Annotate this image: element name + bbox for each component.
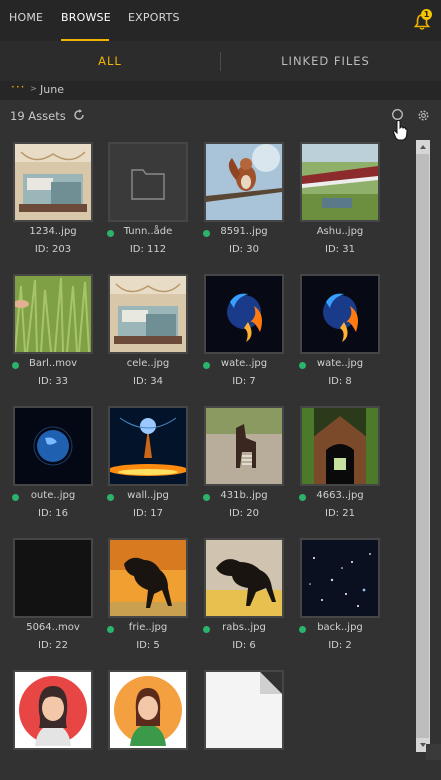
assets-count: 19 Assets [10,109,66,123]
asset-thumbnail [204,538,284,618]
asset-filename: frie..jpg [128,622,168,633]
asset-tile[interactable]: wate..jpg ID: 7 [202,274,284,387]
asset-filename: back..jpg [317,622,363,633]
asset-id: ID: 112 [129,244,167,255]
tab-exports[interactable]: EXPORTS [128,0,180,41]
scrollbar-thumb[interactable] [416,154,429,738]
breadcrumb-separator: > [30,84,37,93]
asset-id: ID: 5 [136,640,160,651]
asset-tile[interactable]: Ashu..jpg ID: 31 [300,142,380,255]
asset-filename: 431b..jpg [220,490,268,501]
asset-id: ID: 21 [325,508,355,519]
asset-filename: wall..jpg [127,490,169,501]
asset-filename: rabs..jpg [222,622,266,633]
top-nav: HOME BROWSE EXPORTS 1 [0,0,441,41]
asset-tile[interactable]: Barl..mov ID: 33 [11,274,93,387]
asset-thumbnail [13,406,93,486]
gear-icon[interactable] [417,109,430,122]
tab-browse-label: BROWSE [61,11,111,24]
asset-id: ID: 8 [328,376,352,387]
asset-tile[interactable]: wall..jpg ID: 17 [106,406,188,519]
notifications-button[interactable]: 1 [411,9,433,31]
breadcrumb: ··· > June [0,80,441,100]
asset-thumbnail [13,538,93,618]
asset-thumbnail [108,142,188,222]
asset-tile[interactable]: rabs..jpg ID: 6 [202,538,284,651]
asset-tile[interactable]: Tunn..åde ID: 112 [106,142,188,255]
asset-thumbnail [108,538,188,618]
asset-id: ID: 33 [38,376,68,387]
asset-thumbnail [108,670,188,750]
asset-tile[interactable]: 8591..jpg ID: 30 [202,142,284,255]
asset-tile[interactable]: 4663..jpg ID: 21 [298,406,380,519]
tab-all[interactable]: ALL [0,41,220,81]
asset-id: ID: 22 [38,640,68,651]
scroll-up-arrow-icon[interactable] [416,140,430,154]
tab-linked-files[interactable]: LINKED FILES [221,41,430,81]
hand-cursor-icon [392,120,408,141]
tab-browse[interactable]: BROWSE [61,0,111,41]
tab-home[interactable]: HOME [9,0,43,41]
refresh-icon[interactable] [72,108,86,122]
asset-tile[interactable]: wate..jpg ID: 8 [298,274,380,387]
asset-thumbnail [300,538,380,618]
asset-tile[interactable]: oute..jpg ID: 16 [11,406,93,519]
asset-id: ID: 17 [133,508,163,519]
asset-id: ID: 203 [34,244,72,255]
asset-tile[interactable] [108,670,188,780]
asset-tile[interactable]: back..jpg ID: 2 [298,538,380,651]
asset-thumbnail [204,274,284,354]
asset-filename: oute..jpg [30,490,76,501]
breadcrumb-more-button[interactable]: ··· [11,80,25,94]
breadcrumb-current-folder[interactable]: June [40,83,64,96]
asset-id: ID: 30 [229,244,259,255]
asset-id: ID: 20 [229,508,259,519]
asset-filename: wate..jpg [316,358,364,369]
asset-filename: Barl..mov [28,358,77,369]
asset-filename: 5064..mov [26,622,80,633]
asset-id: ID: 16 [38,508,68,519]
asset-id: ID: 34 [133,376,163,387]
asset-tile[interactable] [204,670,284,780]
asset-tile[interactable]: 431b..jpg ID: 20 [202,406,284,519]
asset-filename: 1234..jpg [29,226,77,237]
asset-filename: wate..jpg [220,358,268,369]
asset-filename: 8591..jpg [220,226,268,237]
asset-filename: 4663..jpg [316,490,364,501]
asset-thumbnail [13,142,93,222]
asset-thumbnail [204,670,284,750]
asset-thumbnail [13,274,93,354]
asset-id: ID: 6 [232,640,256,651]
asset-filename: Ashu..jpg [316,226,364,237]
asset-id: ID: 2 [328,640,352,651]
asset-id: ID: 7 [232,376,256,387]
asset-thumbnail [108,274,188,354]
asset-tile[interactable] [13,670,93,780]
asset-tile[interactable]: cele..jpg ID: 34 [108,274,188,387]
asset-id: ID: 31 [325,244,355,255]
resize-corner [426,744,441,760]
asset-thumbnail [300,274,380,354]
asset-thumbnail [13,670,93,750]
asset-filename: Tunn..åde [123,226,173,237]
asset-tile[interactable]: frie..jpg ID: 5 [106,538,188,651]
asset-thumbnail [300,406,380,486]
asset-thumbnail [300,142,380,222]
asset-tile[interactable]: 5064..mov ID: 22 [13,538,93,651]
asset-tile[interactable]: 1234..jpg ID: 203 [13,142,93,255]
asset-thumbnail [204,142,284,222]
asset-thumbnail [108,406,188,486]
notification-badge: 1 [421,9,432,20]
asset-thumbnail [204,406,284,486]
asset-filename: cele..jpg [126,358,170,369]
view-filter-tabs: ALL LINKED FILES [0,41,441,81]
